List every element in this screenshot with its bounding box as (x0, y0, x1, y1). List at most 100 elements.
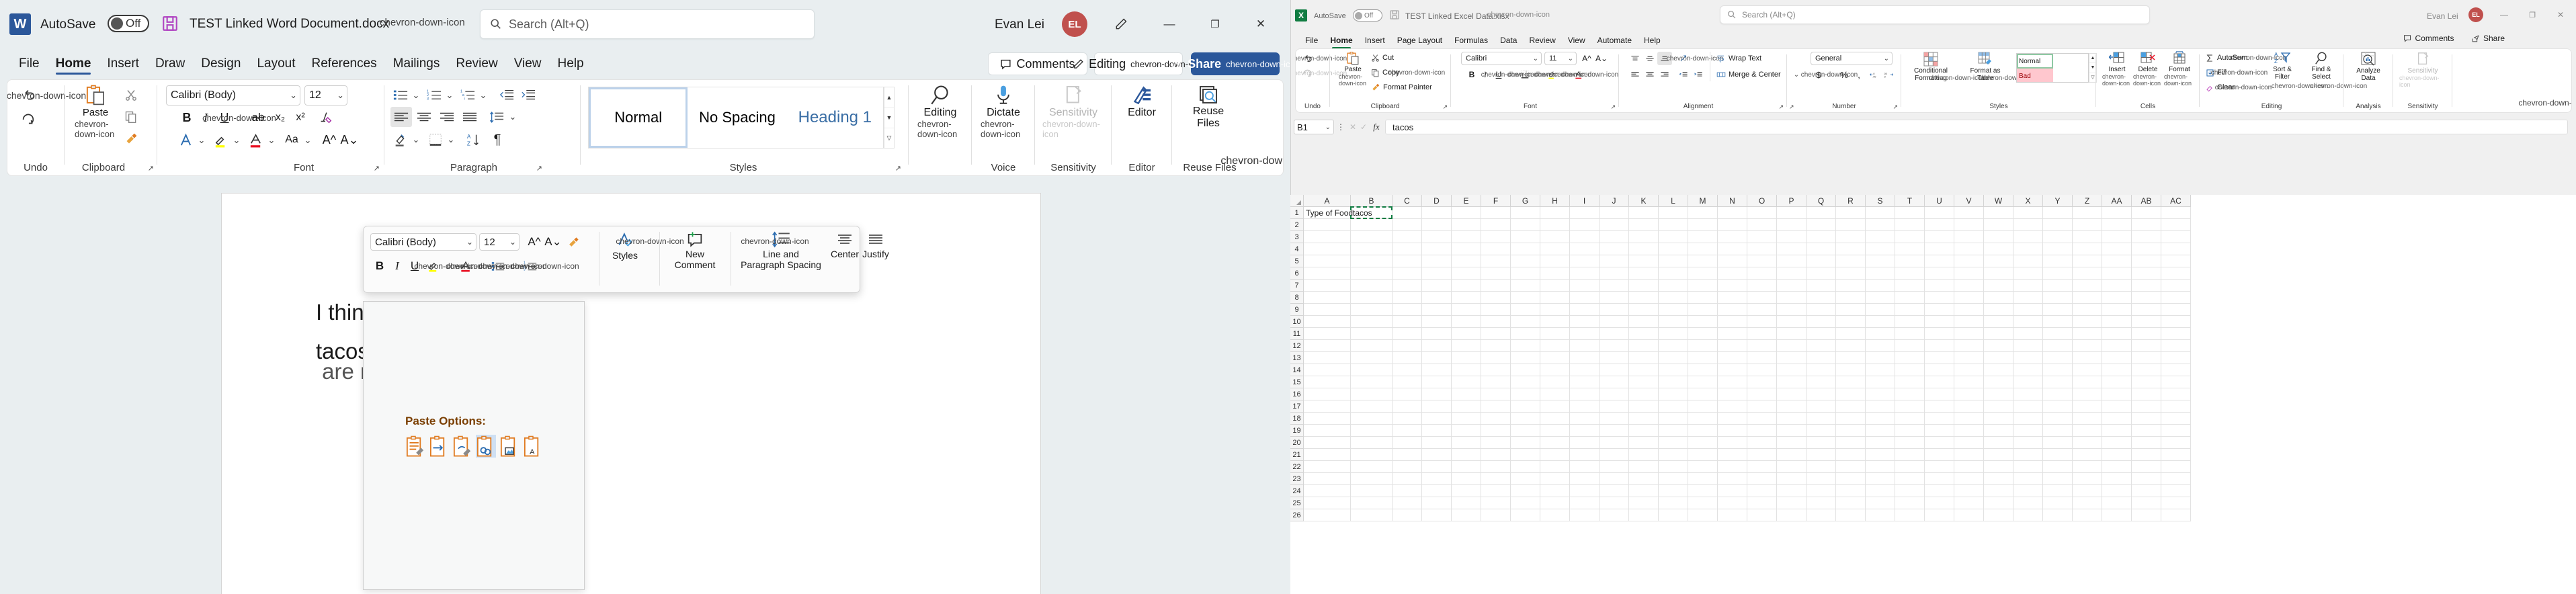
cell-AB1[interactable] (2132, 207, 2161, 219)
cell-K12[interactable] (1629, 340, 1659, 352)
cell-I18[interactable] (1570, 413, 1599, 425)
cell-AB10[interactable] (2132, 316, 2161, 328)
cell-I4[interactable] (1570, 243, 1599, 255)
cell-F2[interactable] (1481, 219, 1511, 231)
cell-T20[interactable] (1895, 437, 1925, 449)
cell-AC16[interactable] (2161, 388, 2191, 400)
mini-center-button[interactable]: Center (830, 233, 860, 260)
cell-I14[interactable] (1570, 364, 1599, 376)
cell-N20[interactable] (1718, 437, 1747, 449)
cell-A12[interactable] (1304, 340, 1351, 352)
cell-O12[interactable] (1747, 340, 1777, 352)
cell-C17[interactable] (1393, 400, 1422, 413)
change-case-button[interactable]: Aa (280, 130, 303, 150)
cell-N6[interactable] (1718, 267, 1747, 280)
cell-R21[interactable] (1836, 449, 1866, 461)
cell-C1[interactable] (1393, 207, 1422, 219)
cell-Y14[interactable] (2043, 364, 2073, 376)
underline-chevron-icon[interactable]: chevron-down-icon (202, 110, 276, 126)
cell-Q6[interactable] (1806, 267, 1836, 280)
cell-E14[interactable] (1452, 364, 1481, 376)
cell-Q2[interactable] (1806, 219, 1836, 231)
tab-home[interactable]: Home (48, 55, 99, 75)
cell-G8[interactable] (1511, 292, 1540, 304)
cell-Q15[interactable] (1806, 376, 1836, 388)
cell-P26[interactable] (1777, 509, 1806, 521)
cell-O20[interactable] (1747, 437, 1777, 449)
superscript-button[interactable]: x² (291, 108, 310, 127)
row-header-6[interactable]: 6 (1290, 267, 1304, 280)
cell-Q12[interactable] (1806, 340, 1836, 352)
cell-T8[interactable] (1895, 292, 1925, 304)
row-header-23[interactable]: 23 (1290, 473, 1304, 485)
cell-B11[interactable] (1351, 328, 1393, 340)
cell-U26[interactable] (1925, 509, 1954, 521)
numbering-button[interactable]: 1 2 3 (424, 85, 444, 104)
cell-S6[interactable] (1866, 267, 1895, 280)
cell-H17[interactable] (1540, 400, 1570, 413)
cell-V2[interactable] (1954, 219, 1984, 231)
tab-page-layout[interactable]: Page Layout (1391, 34, 1448, 47)
cell-Q17[interactable] (1806, 400, 1836, 413)
cell-AC26[interactable] (2161, 509, 2191, 521)
cell-O3[interactable] (1747, 231, 1777, 243)
cell-R22[interactable] (1836, 461, 1866, 473)
row-header-22[interactable]: 22 (1290, 461, 1304, 473)
cell-S21[interactable] (1866, 449, 1895, 461)
cell-G22[interactable] (1511, 461, 1540, 473)
cell-D2[interactable] (1422, 219, 1452, 231)
cell-G20[interactable] (1511, 437, 1540, 449)
row-header-3[interactable]: 3 (1290, 231, 1304, 243)
cell-G11[interactable] (1511, 328, 1540, 340)
column-header-U[interactable]: U (1925, 195, 1954, 207)
cell-C8[interactable] (1393, 292, 1422, 304)
cell-M26[interactable] (1688, 509, 1718, 521)
cell-D16[interactable] (1422, 388, 1452, 400)
numbering-chevron-icon[interactable]: ⌄ (444, 88, 455, 103)
fill-chevron-icon[interactable]: chevron-down-icon (2211, 68, 2268, 77)
cell-AA20[interactable] (2102, 437, 2132, 449)
cell-M14[interactable] (1688, 364, 1718, 376)
cell-S8[interactable] (1866, 292, 1895, 304)
cell-K5[interactable] (1629, 255, 1659, 267)
cell-V23[interactable] (1954, 473, 1984, 485)
cell-T14[interactable] (1895, 364, 1925, 376)
cell-W4[interactable] (1984, 243, 2013, 255)
cell-AC2[interactable] (2161, 219, 2191, 231)
increase-decimal-button[interactable]: .00 .0 (1882, 68, 1895, 81)
mini-shrink-font-button[interactable]: A⌄ (544, 233, 563, 251)
cell-S5[interactable] (1866, 255, 1895, 267)
cell-U5[interactable] (1925, 255, 1954, 267)
cell-style-normal[interactable]: Normal (2017, 54, 2053, 69)
cell-W19[interactable] (1984, 425, 2013, 437)
pen-icon[interactable] (1109, 13, 1133, 35)
cell-H16[interactable] (1540, 388, 1570, 400)
copy-button[interactable] (120, 107, 142, 127)
cell-Z24[interactable] (2073, 485, 2102, 497)
cell-O13[interactable] (1747, 352, 1777, 364)
document-name[interactable]: TEST Linked Word Document.docx (190, 17, 389, 32)
cell-Z26[interactable] (2073, 509, 2102, 521)
row-header-25[interactable]: 25 (1290, 497, 1304, 509)
cell-R20[interactable] (1836, 437, 1866, 449)
cell-N26[interactable] (1718, 509, 1747, 521)
cell-W9[interactable] (1984, 304, 2013, 316)
cell-I7[interactable] (1570, 280, 1599, 292)
increase-indent-button[interactable] (1691, 68, 1706, 81)
cell-AA26[interactable] (2102, 509, 2132, 521)
tab-design[interactable]: Design (193, 55, 249, 73)
cell-F10[interactable] (1481, 316, 1511, 328)
cell-G7[interactable] (1511, 280, 1540, 292)
cell-H9[interactable] (1540, 304, 1570, 316)
cell-Z14[interactable] (2073, 364, 2102, 376)
cell-S7[interactable] (1866, 280, 1895, 292)
cell-B3[interactable] (1351, 231, 1393, 243)
cell-D1[interactable] (1422, 207, 1452, 219)
cell-U11[interactable] (1925, 328, 1954, 340)
cell-AC21[interactable] (2161, 449, 2191, 461)
cell-B2[interactable] (1351, 219, 1393, 231)
minimize-button[interactable]: — (1149, 12, 1190, 36)
cell-E12[interactable] (1452, 340, 1481, 352)
cell-AA12[interactable] (2102, 340, 2132, 352)
cell-X18[interactable] (2013, 413, 2043, 425)
